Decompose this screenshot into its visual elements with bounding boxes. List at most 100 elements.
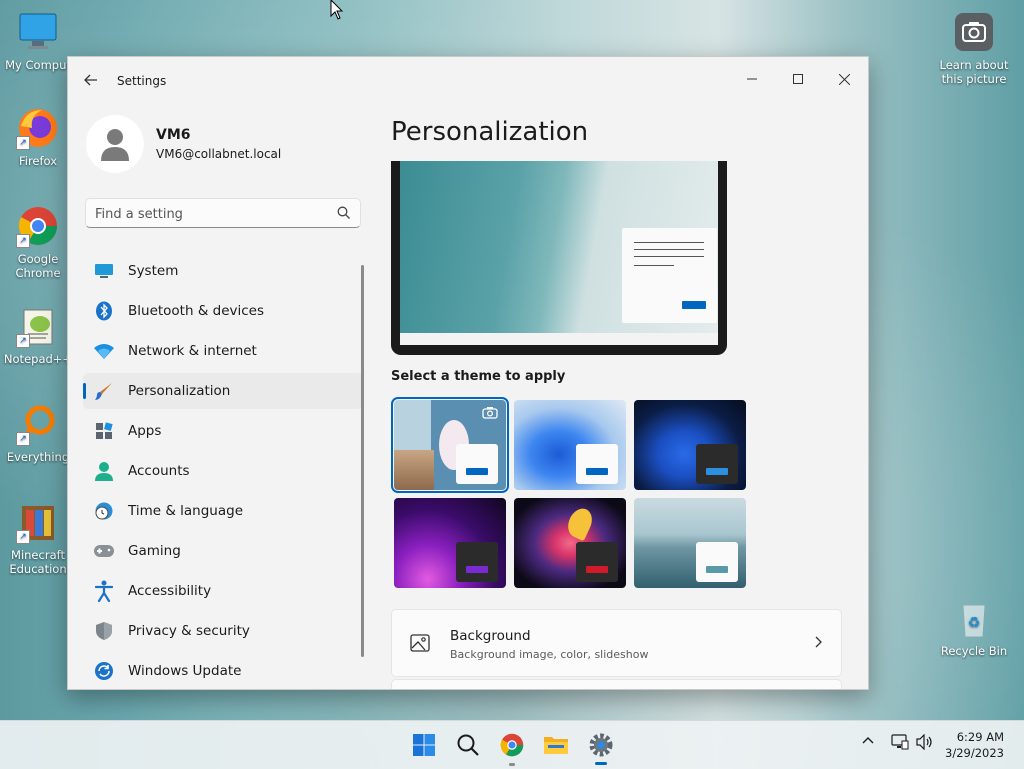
network-status-button[interactable] xyxy=(891,734,909,754)
theme-option-captured-motion[interactable] xyxy=(514,498,626,588)
back-button[interactable] xyxy=(80,69,102,91)
sidebar-item-accessibility[interactable]: Accessibility xyxy=(83,573,363,609)
avatar xyxy=(86,115,144,173)
camera-icon xyxy=(952,10,996,54)
desktop-icon-chrome[interactable]: ↗ Google Chrome xyxy=(0,204,76,280)
chrome-icon xyxy=(500,733,524,757)
desktop-icon-label: Everything xyxy=(6,450,70,464)
shortcut-arrow-icon: ↗ xyxy=(16,334,30,348)
search-input[interactable] xyxy=(86,199,327,229)
theme-card xyxy=(456,444,498,484)
sidebar-item-network-internet[interactable]: Network & internet xyxy=(83,333,363,369)
maximize-button[interactable] xyxy=(775,63,821,95)
theme-option-spotlight[interactable] xyxy=(391,397,509,493)
sidebar-item-label: Network & internet xyxy=(128,343,257,359)
sidebar-scrollbar[interactable] xyxy=(361,265,364,657)
sidebar-item-label: Accounts xyxy=(128,463,190,479)
theme-card xyxy=(576,542,618,582)
brush-icon xyxy=(93,380,115,402)
theme-option-flow[interactable] xyxy=(634,498,746,588)
notepad-plus-plus-icon: ↗ xyxy=(16,304,60,348)
background-card-subtitle: Background image, color, slideshow xyxy=(450,648,649,661)
taskbar-search-button[interactable] xyxy=(453,730,483,760)
theme-preview xyxy=(391,161,727,355)
next-settings-card[interactable] xyxy=(391,679,842,689)
sidebar-item-system[interactable]: System xyxy=(83,253,363,289)
chevron-up-icon xyxy=(862,737,874,744)
preview-accent-button xyxy=(682,301,706,309)
chrome-running-indicator xyxy=(509,763,515,766)
camera-icon xyxy=(482,406,498,423)
volume-button[interactable] xyxy=(916,733,934,754)
desktop-icon-learn-about-picture[interactable]: Learn about this picture xyxy=(936,10,1012,86)
sidebar-item-personalization[interactable]: Personalization xyxy=(83,373,363,409)
desktop-icon-notepad-plus-plus[interactable]: ↗ Notepad++ xyxy=(0,304,76,366)
taskbar-settings-button[interactable] xyxy=(586,730,616,760)
taskbar-file-explorer-button[interactable] xyxy=(541,730,571,760)
search-box[interactable] xyxy=(85,198,361,229)
person-icon xyxy=(101,129,129,161)
desktop-icon-label: Notepad++ xyxy=(3,352,73,366)
desktop-icon-label: Google Chrome xyxy=(15,252,61,280)
start-button[interactable] xyxy=(409,730,439,760)
speaker-icon xyxy=(916,733,932,751)
sidebar-item-label: Apps xyxy=(128,423,162,439)
show-hidden-icons-button[interactable] xyxy=(861,734,875,752)
clock-time: 6:29 AM xyxy=(956,730,1004,744)
sidebar-item-label: Windows Update xyxy=(128,663,242,679)
minimize-button[interactable] xyxy=(729,63,775,95)
sidebar-item-gaming[interactable]: Gaming xyxy=(83,533,363,569)
taskbar-chrome-button[interactable] xyxy=(497,730,527,760)
arrow-left-icon xyxy=(84,74,97,86)
sidebar-item-accounts[interactable]: Accounts xyxy=(83,453,363,489)
theme-option-windows-light[interactable] xyxy=(514,400,626,490)
svg-text:♻: ♻ xyxy=(968,615,981,631)
desktop-icon-everything[interactable]: ↗ Everything xyxy=(0,402,76,464)
computer-icon xyxy=(16,10,60,54)
taskbar: 6:29 AM 3/29/2023 xyxy=(0,720,1024,769)
settings-window: Settings VM6 VM6@collabnet.local System xyxy=(67,56,869,690)
sidebar-item-label: Personalization xyxy=(128,383,231,399)
sidebar-item-label: Accessibility xyxy=(128,583,212,599)
desktop-icon-my-computer[interactable]: My Comput xyxy=(0,10,76,72)
search-icon xyxy=(457,734,479,756)
themes-section-label: Select a theme to apply xyxy=(391,369,566,384)
sidebar-item-apps[interactable]: Apps xyxy=(83,413,363,449)
everything-search-icon: ↗ xyxy=(16,402,60,446)
title-bar[interactable]: Settings xyxy=(68,57,868,105)
theme-card xyxy=(456,542,498,582)
network-icon xyxy=(891,734,909,750)
clock-date: 3/29/2023 xyxy=(945,746,1004,760)
sidebar-item-time-language[interactable]: Time & language xyxy=(83,493,363,529)
theme-option-glow[interactable] xyxy=(394,498,506,588)
settings-active-indicator xyxy=(595,762,607,765)
firefox-icon: ↗ xyxy=(16,106,60,150)
clock[interactable]: 6:29 AM 3/29/2023 xyxy=(945,729,1004,761)
folder-icon xyxy=(544,737,568,754)
gear-icon xyxy=(589,733,613,757)
shield-icon xyxy=(93,620,115,642)
desktop-icon-label: Learn about this picture xyxy=(939,58,1009,86)
search-icon[interactable] xyxy=(337,206,350,223)
desktop-icon-label: Recycle Bin xyxy=(940,644,1008,658)
monitor-icon xyxy=(93,260,115,282)
user-profile[interactable]: VM6 VM6@collabnet.local xyxy=(86,115,386,175)
close-button[interactable] xyxy=(821,63,867,95)
background-card-title: Background xyxy=(450,628,531,644)
sidebar-item-windows-update[interactable]: Windows Update xyxy=(83,653,363,689)
desktop-icon-minecraft-education[interactable]: ↗ Minecraft Education xyxy=(0,500,76,576)
desktop-icon-recycle-bin[interactable]: ♻ Recycle Bin xyxy=(936,596,1012,658)
page-title: Personalization xyxy=(391,117,589,147)
close-icon xyxy=(838,73,850,85)
windows-logo-icon xyxy=(413,734,435,756)
sidebar-item-privacy-security[interactable]: Privacy & security xyxy=(83,613,363,649)
sidebar-item-label: Gaming xyxy=(128,543,181,559)
background-settings-card[interactable]: Background Background image, color, slid… xyxy=(391,609,842,677)
chevron-right-icon xyxy=(815,636,823,652)
desktop-icon-firefox[interactable]: ↗ Firefox xyxy=(0,106,76,168)
desktop-icon-label: My Comput xyxy=(5,58,71,72)
desktop-icon-label: Firefox xyxy=(18,154,58,168)
chrome-icon: ↗ xyxy=(16,204,60,248)
theme-option-windows-dark[interactable] xyxy=(634,400,746,490)
sidebar-item-bluetooth-devices[interactable]: Bluetooth & devices xyxy=(83,293,363,329)
